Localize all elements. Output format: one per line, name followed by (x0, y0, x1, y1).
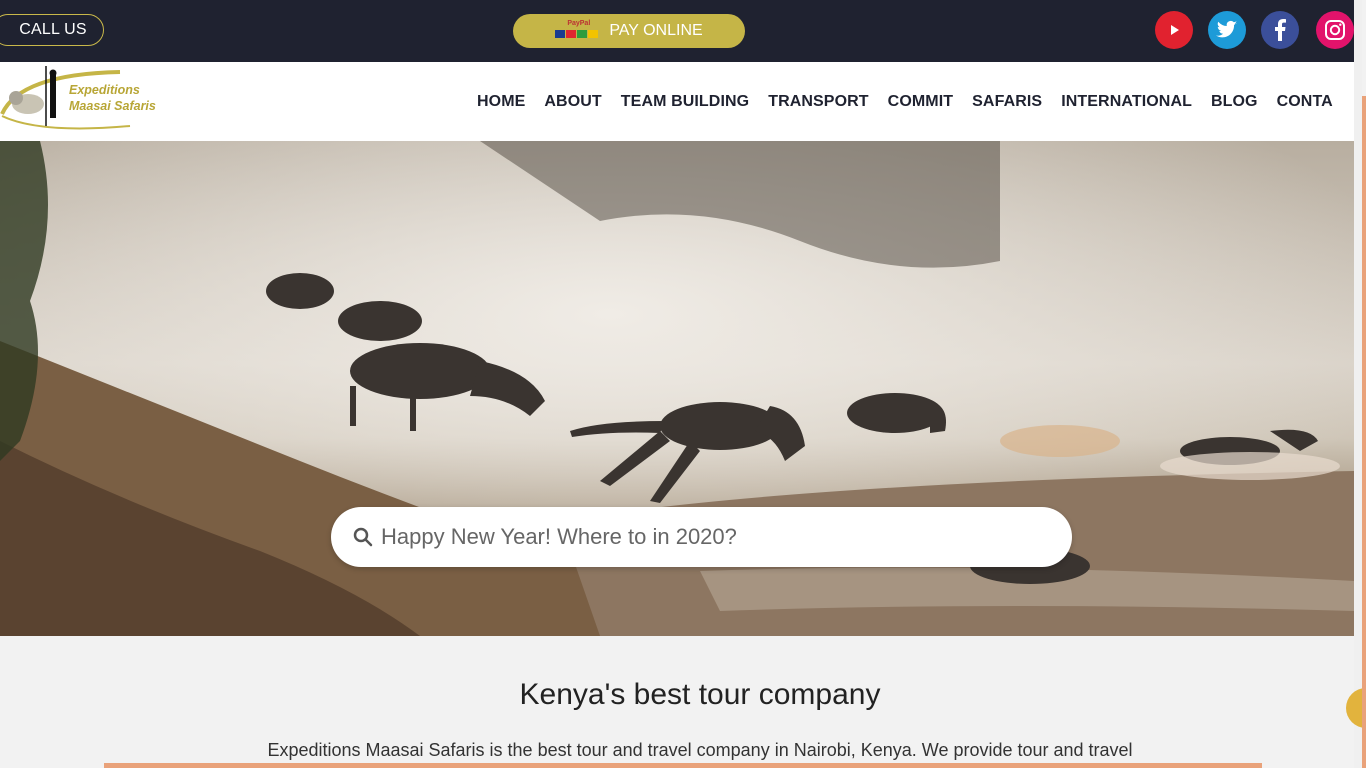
search-icon (353, 527, 373, 547)
logo-line-1: Expeditions (69, 83, 140, 97)
scrollbar[interactable] (1354, 0, 1362, 768)
highlight-border-bottom (104, 763, 1262, 768)
paypal-label: PayPal (567, 20, 591, 27)
youtube-icon[interactable] (1155, 11, 1193, 49)
nav-international[interactable]: INTERNATIONAL (1061, 93, 1192, 111)
nav-about[interactable]: ABOUT (544, 93, 601, 111)
nav-blog[interactable]: BLOG (1211, 93, 1258, 111)
instagram-icon[interactable] (1316, 11, 1354, 49)
nav-team-building[interactable]: TEAM BUILDING (621, 93, 749, 111)
intro-text: Expeditions Maasai Safaris is the best t… (267, 740, 1133, 760)
logo-line-2: Maasai Safaris (69, 99, 156, 113)
main-nav: HOME ABOUT TEAM BUILDING TRANSPORT COMMI… (477, 62, 1333, 141)
navbar: Expeditions Maasai Safaris HOME ABOUT TE… (0, 62, 1354, 141)
highlight-border-right (1362, 96, 1366, 768)
section-title: Kenya's best tour company (519, 678, 881, 711)
logo-text: Expeditions Maasai Safaris (69, 82, 156, 114)
pay-online-label: PAY ONLINE (609, 22, 703, 39)
call-us-button[interactable]: CALL US (0, 14, 104, 46)
top-bar: CALL US PayPal PAY ONLINE (0, 0, 1354, 62)
nav-home[interactable]: HOME (477, 93, 525, 111)
facebook-icon[interactable] (1261, 11, 1299, 49)
hero-banner: Happy New Year! Where to in 2020? (0, 141, 1354, 636)
paypal-logo: PayPal (555, 20, 599, 42)
search-bar[interactable]: Happy New Year! Where to in 2020? (331, 507, 1072, 567)
nav-commit[interactable]: COMMIT (888, 93, 953, 111)
nav-transport[interactable]: TRANSPORT (768, 93, 868, 111)
twitter-icon[interactable] (1208, 11, 1246, 49)
logo[interactable]: Expeditions Maasai Safaris (0, 64, 160, 134)
nav-contact[interactable]: CONTA (1277, 93, 1333, 111)
call-us-label: CALL US (19, 21, 87, 38)
pay-online-button[interactable]: PayPal PAY ONLINE (513, 14, 745, 48)
nav-safaris[interactable]: SAFARIS (972, 93, 1042, 111)
search-input[interactable]: Happy New Year! Where to in 2020? (381, 507, 737, 567)
